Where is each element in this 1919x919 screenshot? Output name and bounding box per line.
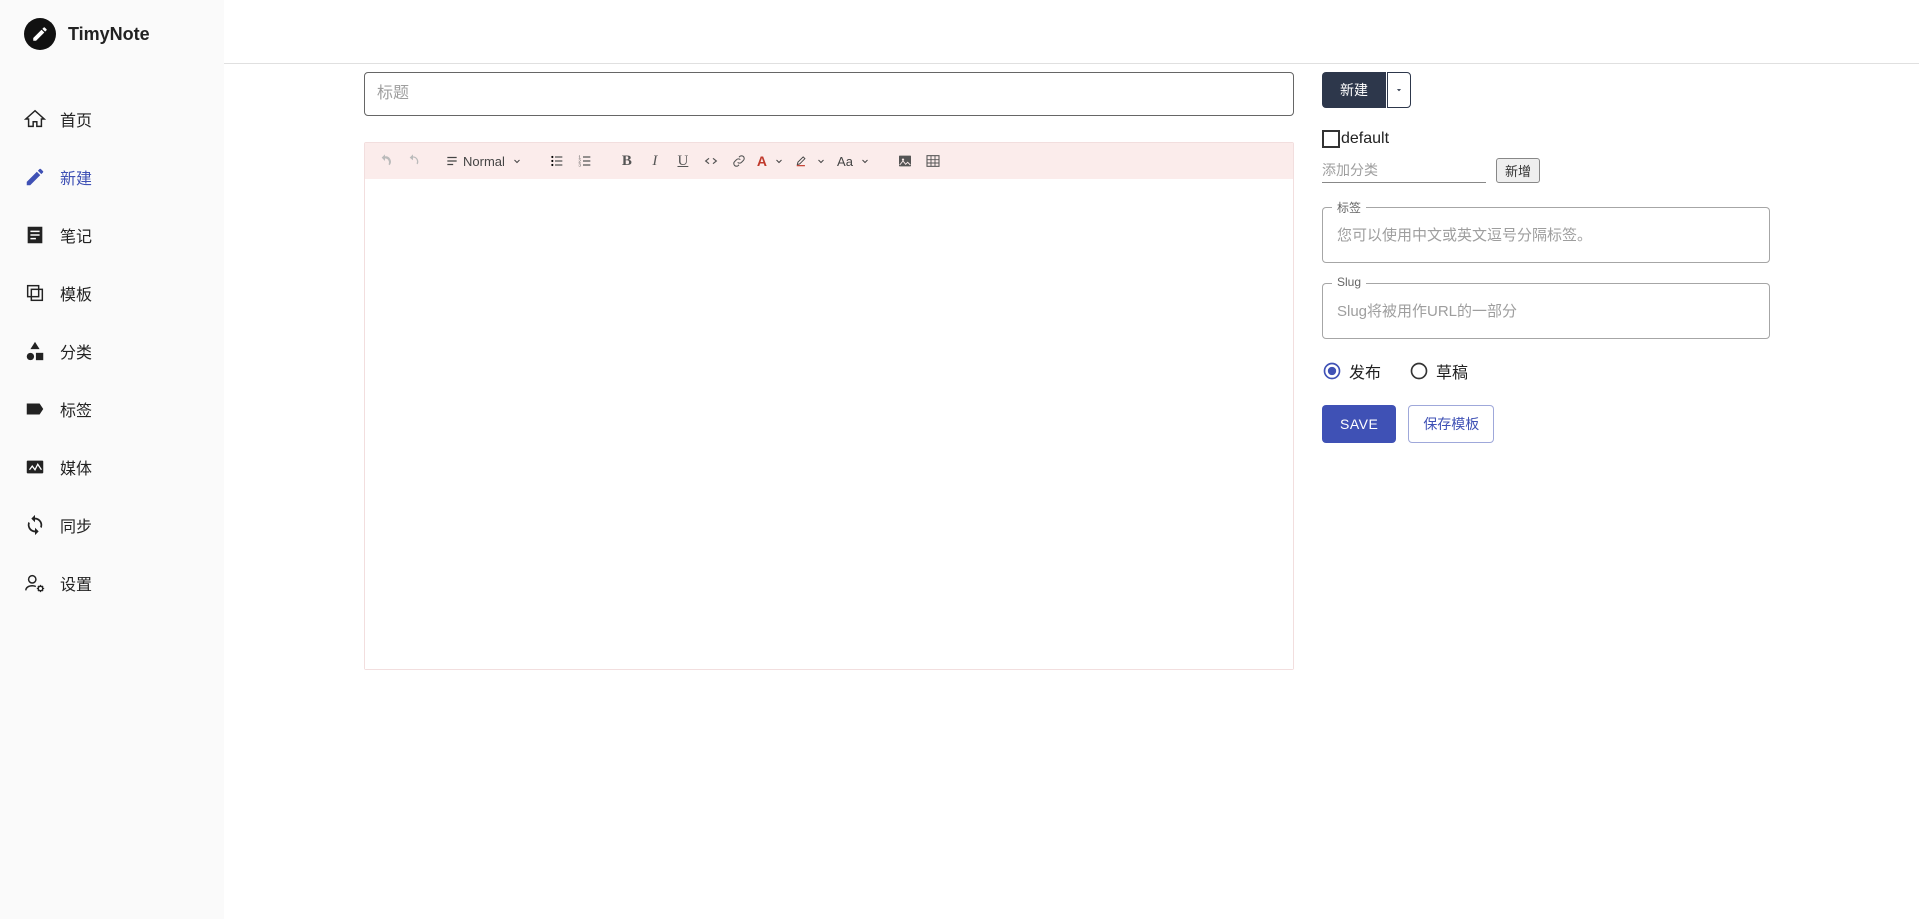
default-checkbox-row: default [1322,130,1770,148]
number-list-button[interactable]: 123 [571,147,599,175]
add-category-row: 新增 [1322,158,1770,183]
caret-down-icon [1394,85,1404,95]
code-button[interactable] [697,147,725,175]
pencil-icon [24,166,46,188]
italic-button[interactable]: I [641,147,669,175]
save-button[interactable]: SAVE [1322,405,1396,443]
content: Normal 123 B I U A [224,64,1919,670]
bullet-list-button[interactable] [543,147,571,175]
nav-new-label: 新建 [60,165,92,189]
nav-notes-label: 笔记 [60,223,92,247]
nav-categories[interactable]: 分类 [0,322,224,380]
new-button[interactable]: 新建 [1322,72,1386,108]
tags-label: 标签 [1332,199,1366,216]
copy-icon [24,282,46,304]
tag-icon [24,398,46,420]
new-split-button: 新建 [1322,72,1770,108]
add-category-input[interactable] [1322,158,1486,183]
underline-button[interactable]: U [669,147,697,175]
nav-tags[interactable]: 标签 [0,380,224,438]
save-row: SAVE 保存模板 [1322,405,1770,443]
chevron-down-icon [509,153,525,169]
redo-button[interactable] [399,147,427,175]
brand-name: TimyNote [68,24,150,45]
new-button-dropdown[interactable] [1387,72,1411,108]
radio-publish[interactable]: 发布 [1322,359,1381,383]
nav-templates[interactable]: 模板 [0,264,224,322]
app-root: TimyNote 首页 新建 笔记 [0,0,1919,919]
nav-home-label: 首页 [60,107,92,131]
editor-wrap: Normal 123 B I U A [364,142,1294,670]
media-icon [24,456,46,478]
tags-field: 标签 [1322,207,1770,263]
highlight-dropdown[interactable] [791,153,833,169]
chevron-down-icon [857,153,873,169]
nav-settings-label: 设置 [60,571,92,595]
radio-unchecked-icon [1409,361,1429,381]
default-checkbox[interactable] [1322,130,1340,148]
side-panel: 新建 default 新增 标签 [1322,72,1770,670]
link-button[interactable] [725,147,753,175]
bold-button[interactable]: B [613,147,641,175]
slug-field: Slug [1322,283,1770,339]
add-category-button[interactable]: 新增 [1496,158,1540,183]
notes-icon [24,224,46,246]
nav-home[interactable]: 首页 [0,90,224,148]
nav-new[interactable]: 新建 [0,148,224,206]
brand-logo-icon [24,18,56,50]
nav-media-label: 媒体 [60,455,92,479]
format-label: Normal [463,154,505,169]
nav: 首页 新建 笔记 模板 [0,68,224,612]
chevron-down-icon [813,153,829,169]
editor-toolbar: Normal 123 B I U A [365,143,1293,179]
tags-input[interactable] [1322,207,1770,263]
radio-draft[interactable]: 草稿 [1409,359,1468,383]
chevron-down-icon [771,153,787,169]
status-radio-group: 发布 草稿 [1322,359,1770,383]
brand: TimyNote [0,18,224,68]
radio-checked-icon [1322,361,1342,381]
nav-notes[interactable]: 笔记 [0,206,224,264]
save-template-button[interactable]: 保存模板 [1408,405,1494,443]
radio-publish-label: 发布 [1349,359,1381,383]
editor-textarea[interactable] [365,179,1293,669]
font-color-dropdown[interactable]: A [753,153,791,169]
radio-draft-label: 草稿 [1436,359,1468,383]
shapes-icon [24,340,46,362]
slug-label: Slug [1332,275,1366,289]
svg-text:3: 3 [578,162,581,167]
topbar [224,0,1919,64]
font-size-label: Aa [837,154,853,169]
slug-input[interactable] [1322,283,1770,339]
nav-tags-label: 标签 [60,397,92,421]
default-checkbox-label: default [1341,130,1389,148]
font-size-dropdown[interactable]: Aa [833,153,877,169]
settings-icon [24,572,46,594]
nav-categories-label: 分类 [60,339,92,363]
table-button[interactable] [919,147,947,175]
main: Normal 123 B I U A [224,0,1919,919]
format-dropdown[interactable]: Normal [441,153,529,169]
undo-button[interactable] [371,147,399,175]
home-icon [24,108,46,130]
editor-column: Normal 123 B I U A [364,72,1294,670]
nav-settings[interactable]: 设置 [0,554,224,612]
nav-sync[interactable]: 同步 [0,496,224,554]
title-input[interactable] [364,72,1294,116]
nav-media[interactable]: 媒体 [0,438,224,496]
sidebar: TimyNote 首页 新建 笔记 [0,0,224,919]
sync-icon [24,514,46,536]
nav-sync-label: 同步 [60,513,92,537]
image-button[interactable] [891,147,919,175]
nav-templates-label: 模板 [60,281,92,305]
